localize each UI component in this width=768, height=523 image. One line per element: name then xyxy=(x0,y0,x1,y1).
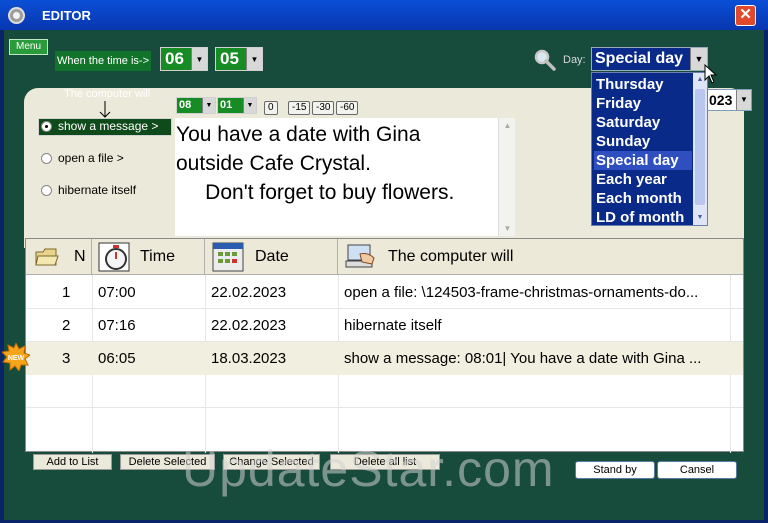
message-hour-spinner[interactable]: 08 ▼ xyxy=(176,97,216,114)
cell-date: 18.03.2023 xyxy=(211,350,287,367)
title-bar: EDITOR ✕ xyxy=(0,0,768,30)
day-select[interactable]: Special day ▼ xyxy=(591,47,708,71)
menu-button[interactable]: Menu xyxy=(9,39,48,55)
day-dropdown-list: Thursday Friday Saturday Sunday Special … xyxy=(591,72,708,226)
column-action[interactable]: The computer will xyxy=(338,239,743,275)
offset-button[interactable]: -60 xyxy=(336,101,359,115)
cell-action: open a file: \124503-frame-christmas-orn… xyxy=(344,284,699,301)
column-n-label: N xyxy=(74,248,86,265)
day-option-selected[interactable]: Special day xyxy=(594,151,692,170)
radio-unchecked-icon xyxy=(41,184,52,196)
folder-icon xyxy=(35,248,59,266)
cell-n: 2 xyxy=(62,317,71,334)
offset-button[interactable]: 0 xyxy=(264,101,278,115)
column-action-label: The computer will xyxy=(388,248,514,265)
grid-line xyxy=(26,407,743,408)
arrow-down-icon xyxy=(99,101,111,118)
cell-n: 3 xyxy=(62,350,71,367)
message-scrollbar[interactable]: ▲ ▼ xyxy=(498,118,515,236)
table-header: N Time Date The computer will xyxy=(26,239,743,275)
chevron-down-icon[interactable]: ▼ xyxy=(243,98,256,113)
when-time-label: When the time is-> xyxy=(55,51,151,71)
cell-time: 07:00 xyxy=(98,284,136,301)
cancel-button[interactable]: Cansel xyxy=(657,461,737,479)
hour-spinner[interactable]: 06 ▼ xyxy=(160,47,208,71)
table-row[interactable]: 3 06:05 18.03.2023 show a message: 08:01… xyxy=(26,342,743,375)
window-title: EDITOR xyxy=(42,8,91,23)
chevron-down-icon[interactable]: ▼ xyxy=(246,48,262,70)
new-badge-text: NEW xyxy=(8,355,25,362)
message-minute-spinner[interactable]: 01 ▼ xyxy=(217,97,257,114)
day-option[interactable]: Saturday xyxy=(594,113,692,132)
mouse-pointer-icon xyxy=(704,64,718,84)
computer-will-label: The computer will xyxy=(64,88,151,100)
column-time[interactable]: Time xyxy=(92,239,205,275)
chevron-down-icon[interactable]: ▼ xyxy=(736,90,751,110)
schedule-table: N Time Date The computer will 1 07:00 22… xyxy=(25,238,744,453)
year-value: 023 xyxy=(709,92,733,108)
close-button[interactable]: ✕ xyxy=(735,5,756,26)
radio-label: show a message > xyxy=(58,119,159,133)
watermark: UpdateStar.com xyxy=(182,441,555,497)
minute-spinner[interactable]: 05 ▼ xyxy=(215,47,263,71)
radio-label: hibernate itself xyxy=(58,183,137,197)
chevron-down-icon[interactable]: ▼ xyxy=(202,98,215,113)
scroll-down-icon[interactable]: ▼ xyxy=(693,211,707,225)
cell-time: 07:16 xyxy=(98,317,136,334)
day-option[interactable]: Sunday xyxy=(594,132,692,151)
new-badge-icon: NEW xyxy=(2,343,30,371)
day-option[interactable]: Friday xyxy=(594,94,692,113)
day-list-scrollbar[interactable]: ▲ ▼ xyxy=(693,73,707,225)
radio-unchecked-icon xyxy=(41,152,52,164)
scroll-up-icon[interactable]: ▲ xyxy=(500,118,515,133)
hour-value: 06 xyxy=(165,49,184,68)
table-row[interactable]: 1 07:00 22.02.2023 open a file: \124503-… xyxy=(26,276,743,309)
day-option[interactable]: Each month xyxy=(594,189,692,208)
scroll-down-icon[interactable]: ▼ xyxy=(500,221,515,236)
message-textarea[interactable]: You have a date with Gina outside Cafe C… xyxy=(175,118,515,236)
stopwatch-icon xyxy=(98,242,130,272)
column-date-label: Date xyxy=(255,248,289,265)
day-label: Day: xyxy=(563,54,586,66)
cell-date: 22.02.2023 xyxy=(211,317,287,334)
radio-label: open a file > xyxy=(58,151,124,165)
column-time-label: Time xyxy=(140,248,175,265)
message-minute-value: 01 xyxy=(220,99,233,111)
scroll-thumb[interactable] xyxy=(695,89,705,205)
message-hour-value: 08 xyxy=(179,99,192,111)
radio-open-file[interactable]: open a file > xyxy=(41,151,124,165)
search-icon[interactable] xyxy=(532,48,556,72)
cell-action: hibernate itself xyxy=(344,317,442,334)
column-date[interactable]: Date xyxy=(205,239,338,275)
radio-show-message[interactable]: show a message > xyxy=(41,119,158,133)
day-option[interactable]: Thursday xyxy=(594,75,692,94)
radio-checked-icon xyxy=(41,120,52,132)
message-text: You have a date with Gina outside Cafe C… xyxy=(176,123,455,204)
add-to-list-button[interactable]: Add to List xyxy=(33,454,112,470)
cell-date: 22.02.2023 xyxy=(211,284,287,301)
stand-by-button[interactable]: Stand by xyxy=(575,461,655,479)
cell-n: 1 xyxy=(62,284,71,301)
day-select-value: Special day xyxy=(595,50,684,67)
app-gear-icon xyxy=(8,7,25,24)
year-select[interactable]: 023 ▼ xyxy=(706,89,752,111)
cell-time: 06:05 xyxy=(98,350,136,367)
day-option[interactable]: Each year xyxy=(594,170,692,189)
chevron-down-icon[interactable]: ▼ xyxy=(191,48,207,70)
minute-value: 05 xyxy=(220,49,239,68)
cell-action: show a message: 08:01| You have a date w… xyxy=(344,350,702,367)
calendar-icon xyxy=(212,242,244,272)
column-n[interactable]: N xyxy=(26,239,92,275)
offset-button[interactable]: -30 xyxy=(312,101,335,115)
computer-hand-icon xyxy=(345,244,375,268)
day-option[interactable]: LD of month xyxy=(594,208,692,227)
table-row[interactable]: 2 07:16 22.02.2023 hibernate itself xyxy=(26,309,743,342)
offset-button[interactable]: -15 xyxy=(288,101,311,115)
radio-hibernate[interactable]: hibernate itself xyxy=(41,183,136,197)
